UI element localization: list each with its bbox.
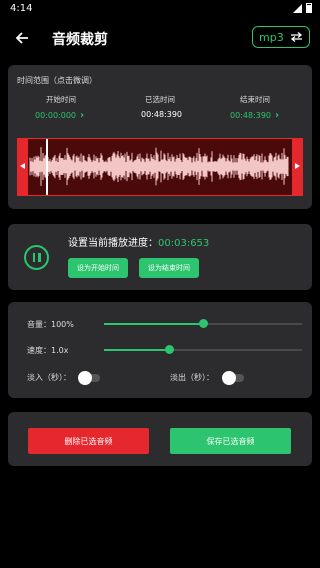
start-time-text: 00:00:000 bbox=[35, 111, 77, 120]
save-selection-button[interactable]: 保存已选音频 bbox=[170, 428, 291, 454]
waveform-selector[interactable] bbox=[17, 138, 303, 196]
start-time-label: 开始时间 bbox=[46, 95, 76, 104]
status-time: 4:14 bbox=[10, 3, 33, 14]
range-start-handle[interactable] bbox=[18, 139, 28, 195]
chevron-right-icon: › bbox=[80, 110, 85, 121]
playback-progress: 设置当前播放进度：00:03:653 bbox=[68, 234, 209, 249]
end-time-text: 00:48:390 bbox=[230, 111, 272, 120]
battery-icon bbox=[306, 3, 312, 13]
volume-fill bbox=[104, 323, 203, 325]
playback-card: 设置当前播放进度：00:03:653 设为开始时间 设为结束时间 bbox=[8, 224, 312, 290]
time-range-label: 时间范围（点击微调） bbox=[17, 76, 97, 85]
format-toggle-button[interactable]: mp3 bbox=[252, 26, 310, 48]
arrow-left-icon bbox=[20, 163, 25, 169]
back-button[interactable] bbox=[10, 26, 34, 50]
status-bar: 4:14 bbox=[0, 0, 320, 18]
volume-slider[interactable] bbox=[104, 319, 302, 328]
pause-icon-bar bbox=[38, 253, 41, 262]
signal-icon bbox=[293, 3, 302, 13]
set-start-button[interactable]: 设为开始时间 bbox=[68, 258, 128, 278]
selected-time-value: 00:48:390 bbox=[141, 110, 183, 119]
audio-settings-card: 音量：100% 速度：1.0x 淡入（秒）： 淡出（秒）： bbox=[8, 302, 312, 398]
arrow-right-icon bbox=[295, 163, 300, 169]
format-label: mp3 bbox=[259, 30, 284, 44]
start-time-value[interactable]: 00:00:000 › bbox=[35, 110, 84, 121]
fade-out-toggle[interactable] bbox=[222, 371, 244, 385]
volume-knob[interactable] bbox=[199, 319, 208, 328]
pause-button[interactable] bbox=[24, 245, 49, 270]
swap-arrows-icon bbox=[290, 32, 303, 42]
speed-label: 速度：1.0x bbox=[27, 346, 69, 355]
set-end-button[interactable]: 设为结束时间 bbox=[139, 258, 199, 278]
time-range-card: 时间范围（点击微调） 开始时间 已选时间 结束时间 00:00:000 › 00… bbox=[8, 65, 312, 209]
progress-value: 00:03:653 bbox=[158, 238, 210, 249]
end-time-label: 结束时间 bbox=[240, 95, 270, 104]
arrow-left-icon bbox=[15, 32, 28, 44]
selected-time-label: 已选时间 bbox=[145, 95, 175, 104]
status-icons bbox=[293, 3, 312, 13]
fade-in-toggle[interactable] bbox=[78, 371, 100, 385]
toggle-knob bbox=[78, 371, 92, 385]
page-title: 音频裁剪 bbox=[52, 32, 108, 48]
playhead[interactable] bbox=[46, 139, 48, 195]
app-header: 音频裁剪 mp3 bbox=[0, 18, 320, 58]
progress-prefix: 设置当前播放进度： bbox=[68, 238, 158, 249]
chevron-right-icon: › bbox=[275, 110, 280, 121]
actions-card: 删除已选音频 保存已选音频 bbox=[8, 412, 312, 466]
volume-label: 音量：100% bbox=[27, 320, 74, 329]
fade-in-label: 淡入（秒）： bbox=[27, 373, 71, 382]
waveform bbox=[29, 147, 289, 186]
speed-slider[interactable] bbox=[104, 345, 302, 354]
fade-out-label: 淡出（秒）： bbox=[170, 373, 214, 382]
end-time-value[interactable]: 00:48:390 › bbox=[230, 110, 279, 121]
delete-selection-button[interactable]: 删除已选音频 bbox=[28, 428, 149, 454]
speed-fill bbox=[104, 349, 170, 351]
range-end-handle[interactable] bbox=[292, 139, 302, 195]
pause-icon bbox=[32, 253, 35, 262]
speed-knob[interactable] bbox=[165, 345, 175, 354]
toggle-knob bbox=[222, 371, 236, 385]
